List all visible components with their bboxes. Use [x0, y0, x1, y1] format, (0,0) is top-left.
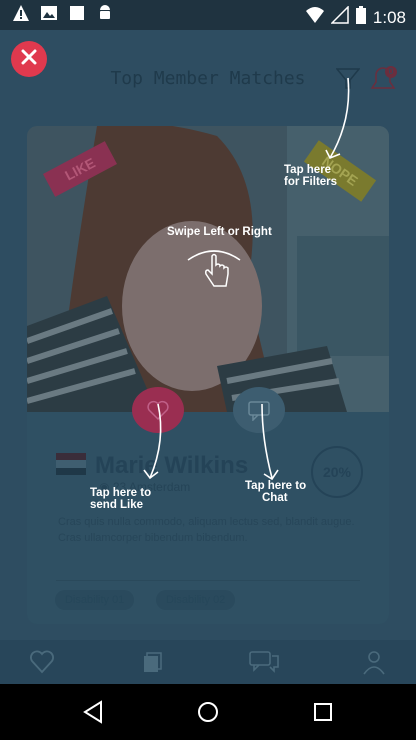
bottom-navigation [0, 640, 416, 684]
like-hint: Tap here to send Like [90, 487, 152, 511]
filters-hint: Tap here for Filters [284, 164, 338, 188]
home-icon[interactable] [197, 701, 219, 728]
nav-profile-icon[interactable] [360, 648, 388, 676]
recents-icon[interactable] [313, 702, 333, 727]
swipe-hand-icon [202, 252, 232, 297]
tutorial-arrows [143, 77, 350, 481]
back-icon[interactable] [82, 700, 104, 729]
chat-hint: Tap here to Chat [245, 480, 307, 504]
swipe-hint: Swipe Left or Right [167, 226, 272, 238]
nav-chat-icon[interactable] [248, 648, 280, 676]
system-navigation-bar [0, 684, 416, 740]
nav-cards-icon[interactable] [138, 648, 166, 676]
nav-heart-icon[interactable] [28, 648, 56, 676]
